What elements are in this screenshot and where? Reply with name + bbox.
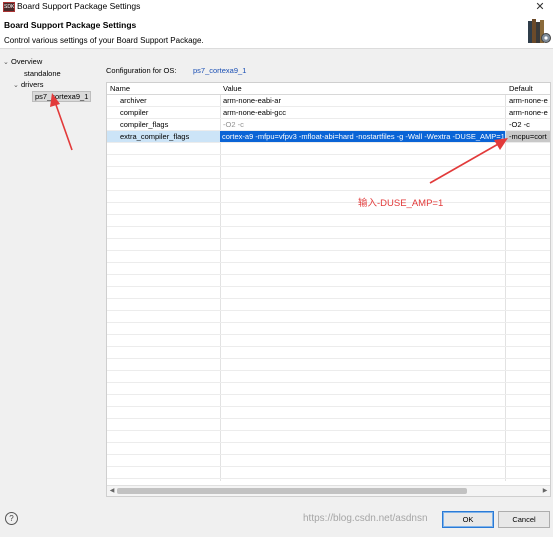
annotation-arrows [50,93,508,184]
annotation-arrow-tree [54,101,73,151]
annotation-arrowhead-value [494,138,508,150]
watermark-text: https://blog.csdn.net/asdnsn [303,513,428,524]
annotation-arrowhead-tree [50,93,60,107]
ok-button[interactable]: OK [442,511,494,528]
help-icon[interactable]: ? [5,512,18,525]
annotation-text: 输入-DUSE_AMP=1 [358,198,444,209]
cancel-button[interactable]: Cancel [498,511,550,528]
annotation-arrow-value [429,142,501,184]
